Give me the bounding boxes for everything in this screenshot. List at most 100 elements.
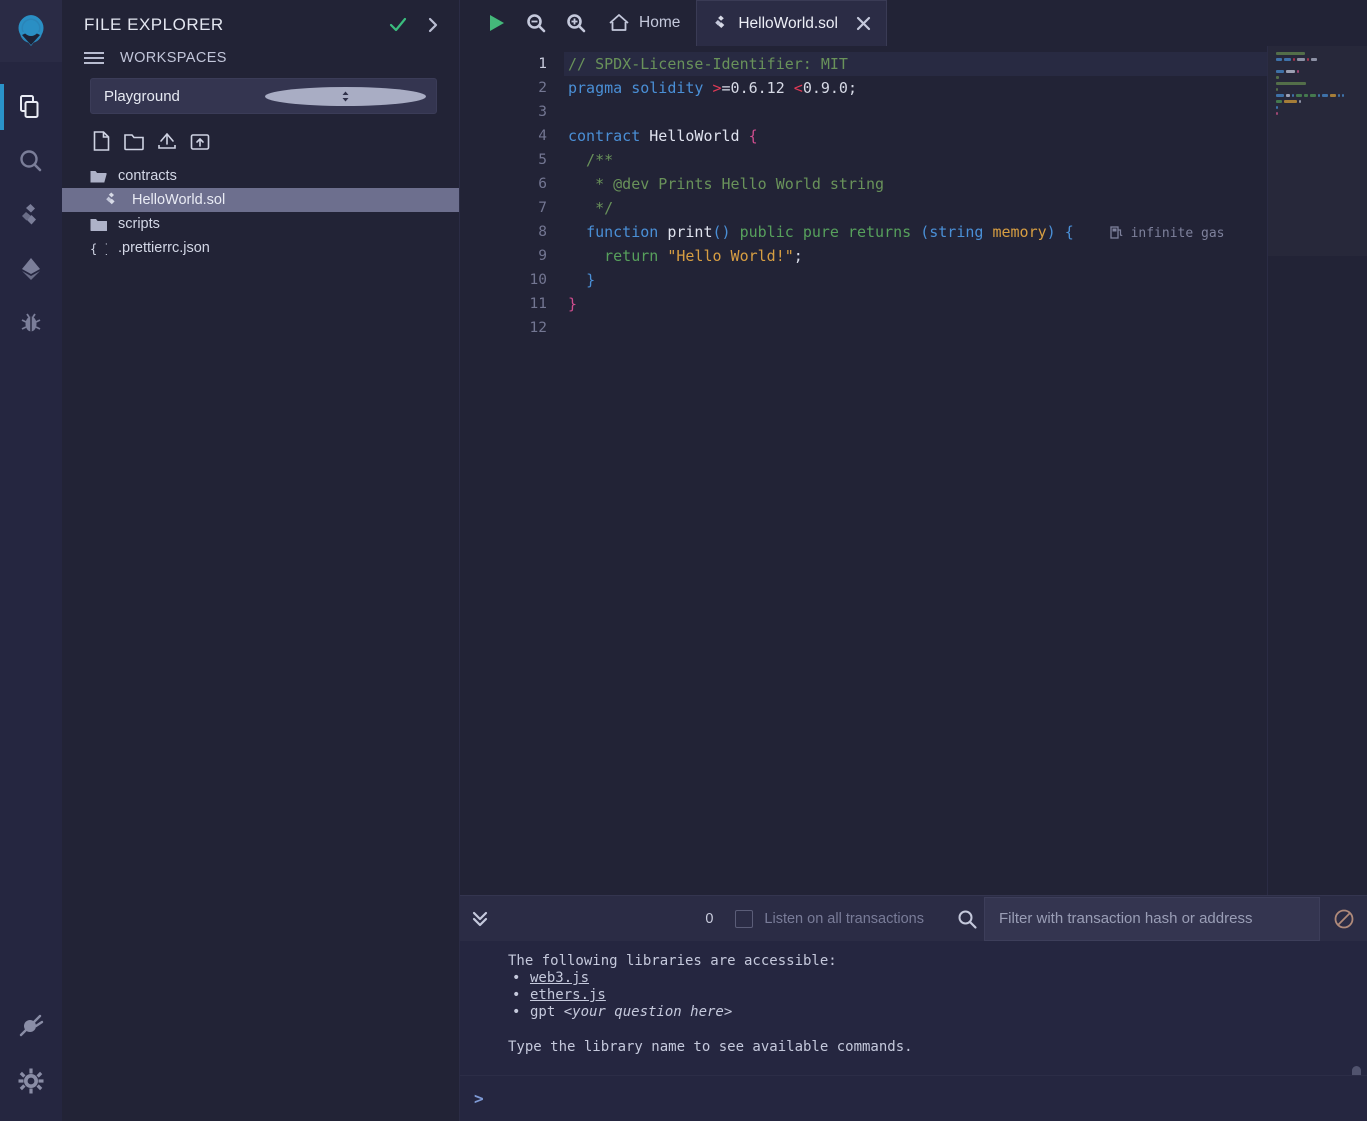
- code-token: contract: [568, 127, 641, 145]
- list-item: web3.js: [508, 970, 1367, 987]
- sidebar-item-deploy-run[interactable]: [0, 242, 62, 296]
- double-chevron-down-icon[interactable]: [460, 908, 500, 930]
- terminal-output: The following libraries are accessible: …: [460, 941, 1367, 1075]
- code-token: <: [793, 79, 803, 97]
- code-line[interactable]: }: [564, 268, 1367, 292]
- settings-button[interactable]: [0, 1053, 62, 1109]
- new-file-icon[interactable]: [90, 130, 112, 152]
- code-token: returns: [847, 223, 912, 241]
- code-line[interactable]: return "Hello World!";: [564, 244, 1367, 268]
- line-number: 8: [538, 224, 547, 240]
- plug-icon: [19, 1014, 44, 1037]
- solidity-file-icon: [104, 192, 124, 208]
- sidebar-item-solidity-compiler[interactable]: [0, 188, 62, 242]
- code-line[interactable]: pragma solidity >=0.6.12 <0.9.0;: [564, 76, 1367, 100]
- code-line[interactable]: * @dev Prints Hello World string: [564, 172, 1367, 196]
- solidity-icon: [22, 204, 36, 225]
- listen-all-transactions-label: Listen on all transactions: [764, 910, 924, 927]
- code-line[interactable]: [564, 100, 1367, 124]
- tree-item-scripts[interactable]: scripts: [62, 212, 459, 236]
- plugin-manager-button[interactable]: [0, 997, 62, 1053]
- listen-all-transactions-checkbox[interactable]: [735, 909, 754, 928]
- code-token: memory: [992, 223, 1047, 241]
- close-icon[interactable]: [855, 15, 872, 32]
- line-number: 7: [538, 200, 547, 216]
- web3js-link[interactable]: web3.js: [530, 970, 589, 986]
- code-token: 0.9.0;: [802, 79, 857, 97]
- code-line[interactable]: /**: [564, 148, 1367, 172]
- search-icon[interactable]: [950, 908, 984, 930]
- sidebar-item-file-explorer[interactable]: [0, 80, 62, 134]
- prompt-chevron-icon: >: [474, 1089, 484, 1108]
- tree-item-contracts[interactable]: contracts: [62, 164, 459, 188]
- code-line[interactable]: }: [564, 292, 1367, 316]
- upload-file-icon[interactable]: [156, 130, 178, 152]
- checkmark-icon[interactable]: [387, 14, 409, 36]
- gear-icon: [18, 1068, 44, 1094]
- file-explorer-header: FILE EXPLORER: [62, 0, 459, 46]
- code-line[interactable]: contract HelloWorld {: [564, 124, 1367, 148]
- ethersjs-link[interactable]: ethers.js: [530, 987, 606, 1003]
- remix-logo[interactable]: [0, 0, 62, 62]
- code-editor[interactable]: 1 2 3 4 5 6 7 8 9 10 11 12 // SPDX-License-Identifi…: [460, 46, 1367, 895]
- rail-icon-list: [0, 80, 62, 350]
- code-content[interactable]: // SPDX-License-Identifier: MIT pragma so…: [564, 46, 1367, 895]
- sidebar-item-debugger[interactable]: [0, 296, 62, 350]
- json-file-icon: { }: [90, 241, 110, 256]
- sidebar-item-search[interactable]: [0, 134, 62, 188]
- terminal-intro-line: The following libraries are accessible:: [508, 953, 837, 969]
- code-token: print: [667, 223, 713, 241]
- rail-bottom-icons: [0, 997, 62, 1121]
- upload-folder-icon[interactable]: [189, 130, 211, 152]
- chevron-right-icon[interactable]: [423, 15, 443, 35]
- code-token: string: [929, 223, 984, 241]
- zoom-out-icon: [527, 14, 546, 33]
- tab-helloworld-sol[interactable]: HelloWorld.sol: [696, 0, 887, 46]
- line-number: 6: [538, 176, 547, 192]
- line-number: 3: [538, 104, 547, 120]
- terminal-prompt[interactable]: >: [460, 1075, 1367, 1121]
- file-tree: contracts HelloWorld.sol scripts {.pret…: [62, 162, 459, 260]
- tab-home[interactable]: Home: [596, 0, 696, 46]
- run-script-button[interactable]: [476, 0, 516, 46]
- zoom-out-button[interactable]: [516, 0, 556, 46]
- list-item: gpt <your question here>: [508, 1004, 1367, 1021]
- code-line[interactable]: function print() public pure returns (st…: [564, 220, 1367, 244]
- files-icon: [20, 95, 39, 118]
- code-token: {: [748, 127, 758, 145]
- workspace-select[interactable]: Playground: [90, 78, 437, 114]
- terminal-command-input[interactable]: [483, 1090, 1367, 1107]
- line-number: 12: [529, 320, 547, 336]
- zoom-in-button[interactable]: [556, 0, 596, 46]
- transaction-filter-input[interactable]: [984, 896, 1320, 941]
- code-token: */: [568, 199, 614, 217]
- page-title: FILE EXPLORER: [84, 15, 224, 34]
- tree-item-helloworld-sol[interactable]: HelloWorld.sol: [62, 188, 459, 212]
- code-line[interactable]: */: [564, 196, 1367, 220]
- no-entry-icon[interactable]: [1320, 907, 1367, 931]
- editor-minimap[interactable]: [1267, 46, 1367, 895]
- minimap-slider[interactable]: [1268, 46, 1367, 256]
- hamburger-icon[interactable]: [84, 52, 104, 64]
- tree-item-label: contracts: [118, 168, 177, 184]
- code-token: (: [920, 223, 930, 241]
- code-line[interactable]: // SPDX-License-Identifier: MIT: [564, 52, 1367, 76]
- search-icon: [20, 150, 42, 172]
- solidity-file-icon: [715, 15, 725, 28]
- tab-home-label: Home: [639, 14, 681, 31]
- code-line[interactable]: [564, 316, 1367, 340]
- new-folder-icon[interactable]: [123, 130, 145, 152]
- gas-estimate-annotation: infinite gas: [1110, 226, 1225, 241]
- terminal-scrollbar[interactable]: [1352, 1066, 1361, 1075]
- tree-item-prettierrc-json[interactable]: { } .prettierrc.json: [62, 236, 459, 260]
